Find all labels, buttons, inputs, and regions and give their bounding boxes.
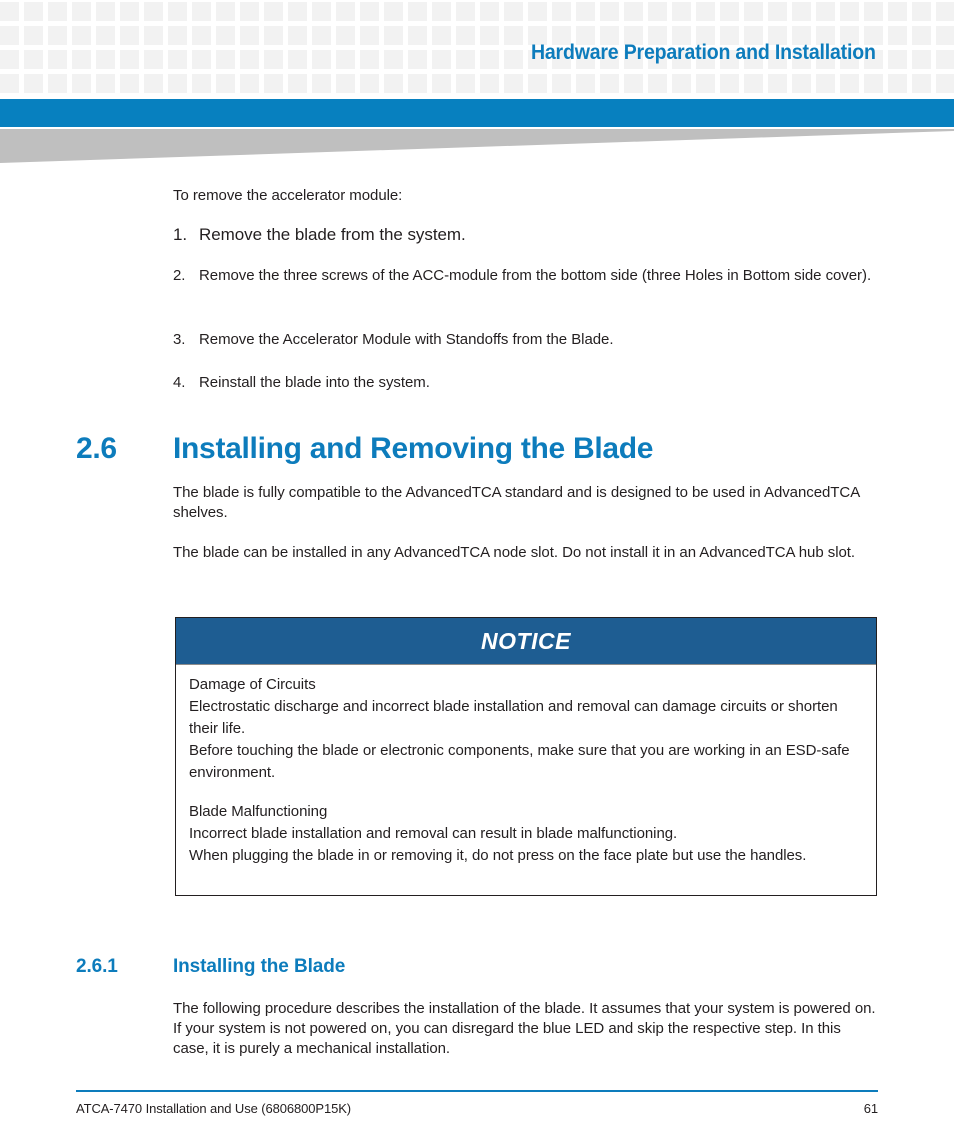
- section-heading: 2.6 Installing and Removing the Blade: [76, 432, 882, 466]
- notice-line: Damage of Circuits: [189, 676, 316, 693]
- footer-row: ATCA-7470 Installation and Use (6806800P…: [76, 1092, 878, 1116]
- list-item-number: 3.: [173, 331, 186, 348]
- subsection-title: Installing the Blade: [173, 956, 346, 977]
- notice-box: NOTICE Damage of Circuits Electrostatic …: [175, 617, 877, 896]
- list-item-number: 4.: [173, 374, 186, 391]
- notice-banner: NOTICE: [176, 618, 876, 665]
- notice-body: Damage of Circuits Electrostatic dischar…: [176, 665, 876, 895]
- list-item: 3. Remove the Accelerator Module with St…: [173, 330, 879, 350]
- notice-group: Damage of Circuits Electrostatic dischar…: [189, 674, 863, 784]
- list-item-text: Reinstall the blade into the system.: [199, 374, 430, 391]
- header-gray-wedge: [0, 129, 954, 163]
- list-item-number: 1.: [173, 225, 188, 244]
- list-item: 2. Remove the three screws of the ACC-mo…: [173, 266, 879, 286]
- subsection-heading: 2.6.1 Installing the Blade: [76, 955, 882, 979]
- section-paragraph-2: The blade can be installed in any Advanc…: [173, 544, 856, 561]
- page-header: Hardware Preparation and Installation: [0, 0, 954, 99]
- page-footer: ATCA-7470 Installation and Use (6806800P…: [76, 1090, 878, 1116]
- page-title: Hardware Preparation and Installation: [531, 41, 876, 64]
- list-item-number: 2.: [173, 267, 186, 284]
- list-item: 1. Remove the blade from the system.: [173, 224, 879, 246]
- intro-lead-paragraph: To remove the accelerator module:: [173, 187, 403, 204]
- list-item: 4. Reinstall the blade into the system.: [173, 373, 879, 393]
- header-blue-bar: [0, 99, 954, 127]
- notice-line: Incorrect blade installation and removal…: [189, 825, 678, 842]
- subsection-number: 2.6.1: [76, 956, 118, 977]
- notice-line: Electrostatic discharge and incorrect bl…: [189, 698, 838, 737]
- footer-document-title: ATCA-7470 Installation and Use (6806800P…: [76, 1101, 352, 1116]
- notice-line: When plugging the blade in or removing i…: [189, 847, 807, 864]
- section-paragraph-1: The blade is fully compatible to the Adv…: [173, 484, 860, 521]
- subsection-paragraph: The following procedure describes the in…: [173, 1000, 876, 1057]
- list-item-text: Remove the Accelerator Module with Stand…: [199, 331, 614, 348]
- page-number: 61: [863, 1101, 878, 1116]
- notice-line: Before touching the blade or electronic …: [189, 742, 850, 781]
- notice-line: Blade Malfunctioning: [189, 803, 328, 820]
- notice-label: NOTICE: [481, 628, 571, 654]
- section-title: Installing and Removing the Blade: [173, 432, 654, 465]
- notice-group: Blade Malfunctioning Incorrect blade ins…: [189, 801, 863, 867]
- list-item-text: Remove the three screws of the ACC-modul…: [199, 267, 872, 284]
- list-item-text: Remove the blade from the system.: [199, 225, 466, 244]
- section-number: 2.6: [76, 432, 117, 465]
